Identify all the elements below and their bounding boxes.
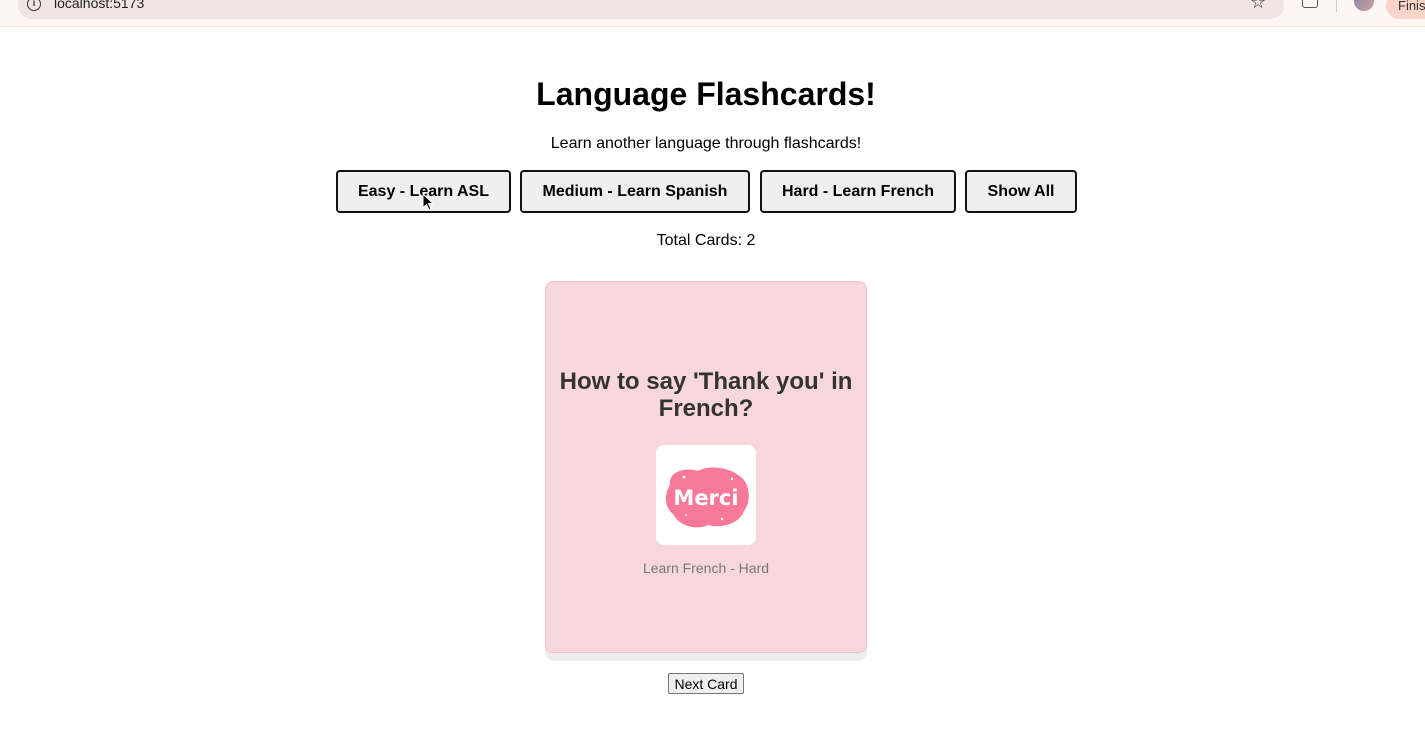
extensions-icon[interactable] — [1302, 0, 1318, 8]
merci-image: Merci — [665, 467, 749, 528]
profile-button[interactable]: Finis — [1386, 0, 1425, 19]
mouse-cursor-icon — [422, 193, 435, 211]
flashcard-label: Learn French - Hard — [642, 560, 770, 576]
show-all-button[interactable]: Show All — [965, 170, 1077, 213]
page-title: Language Flashcards! — [536, 76, 876, 112]
profile-avatar[interactable] — [1354, 0, 1374, 11]
flashcard-image: Merci — [656, 445, 756, 545]
next-card-button[interactable]: Next Card — [668, 673, 744, 694]
address-bar[interactable] — [18, 0, 1284, 19]
total-cards-count: Total Cards: 2 — [656, 232, 756, 249]
hard-french-button[interactable]: Hard - Learn French — [760, 170, 956, 213]
address-bar-url[interactable]: localhost:5173 — [54, 0, 144, 11]
merci-image-text: Merci — [673, 486, 738, 510]
bookmark-star-icon[interactable]: ☆ — [1250, 0, 1266, 11]
medium-spanish-button[interactable]: Medium - Learn Spanish — [520, 170, 750, 213]
flashcard[interactable]: How to say 'Thank you' in French? Merci … — [545, 281, 867, 653]
flashcard-question: How to say 'Thank you' in French? — [559, 368, 853, 422]
difficulty-button-row: Easy - Learn ASL Medium - Learn Spanish … — [0, 170, 1425, 213]
toolbar-divider — [1336, 0, 1337, 12]
page-subtitle: Learn another language through flashcard… — [550, 135, 862, 152]
browser-toolbar: i localhost:5173 ☆ Finis — [0, 0, 1425, 27]
